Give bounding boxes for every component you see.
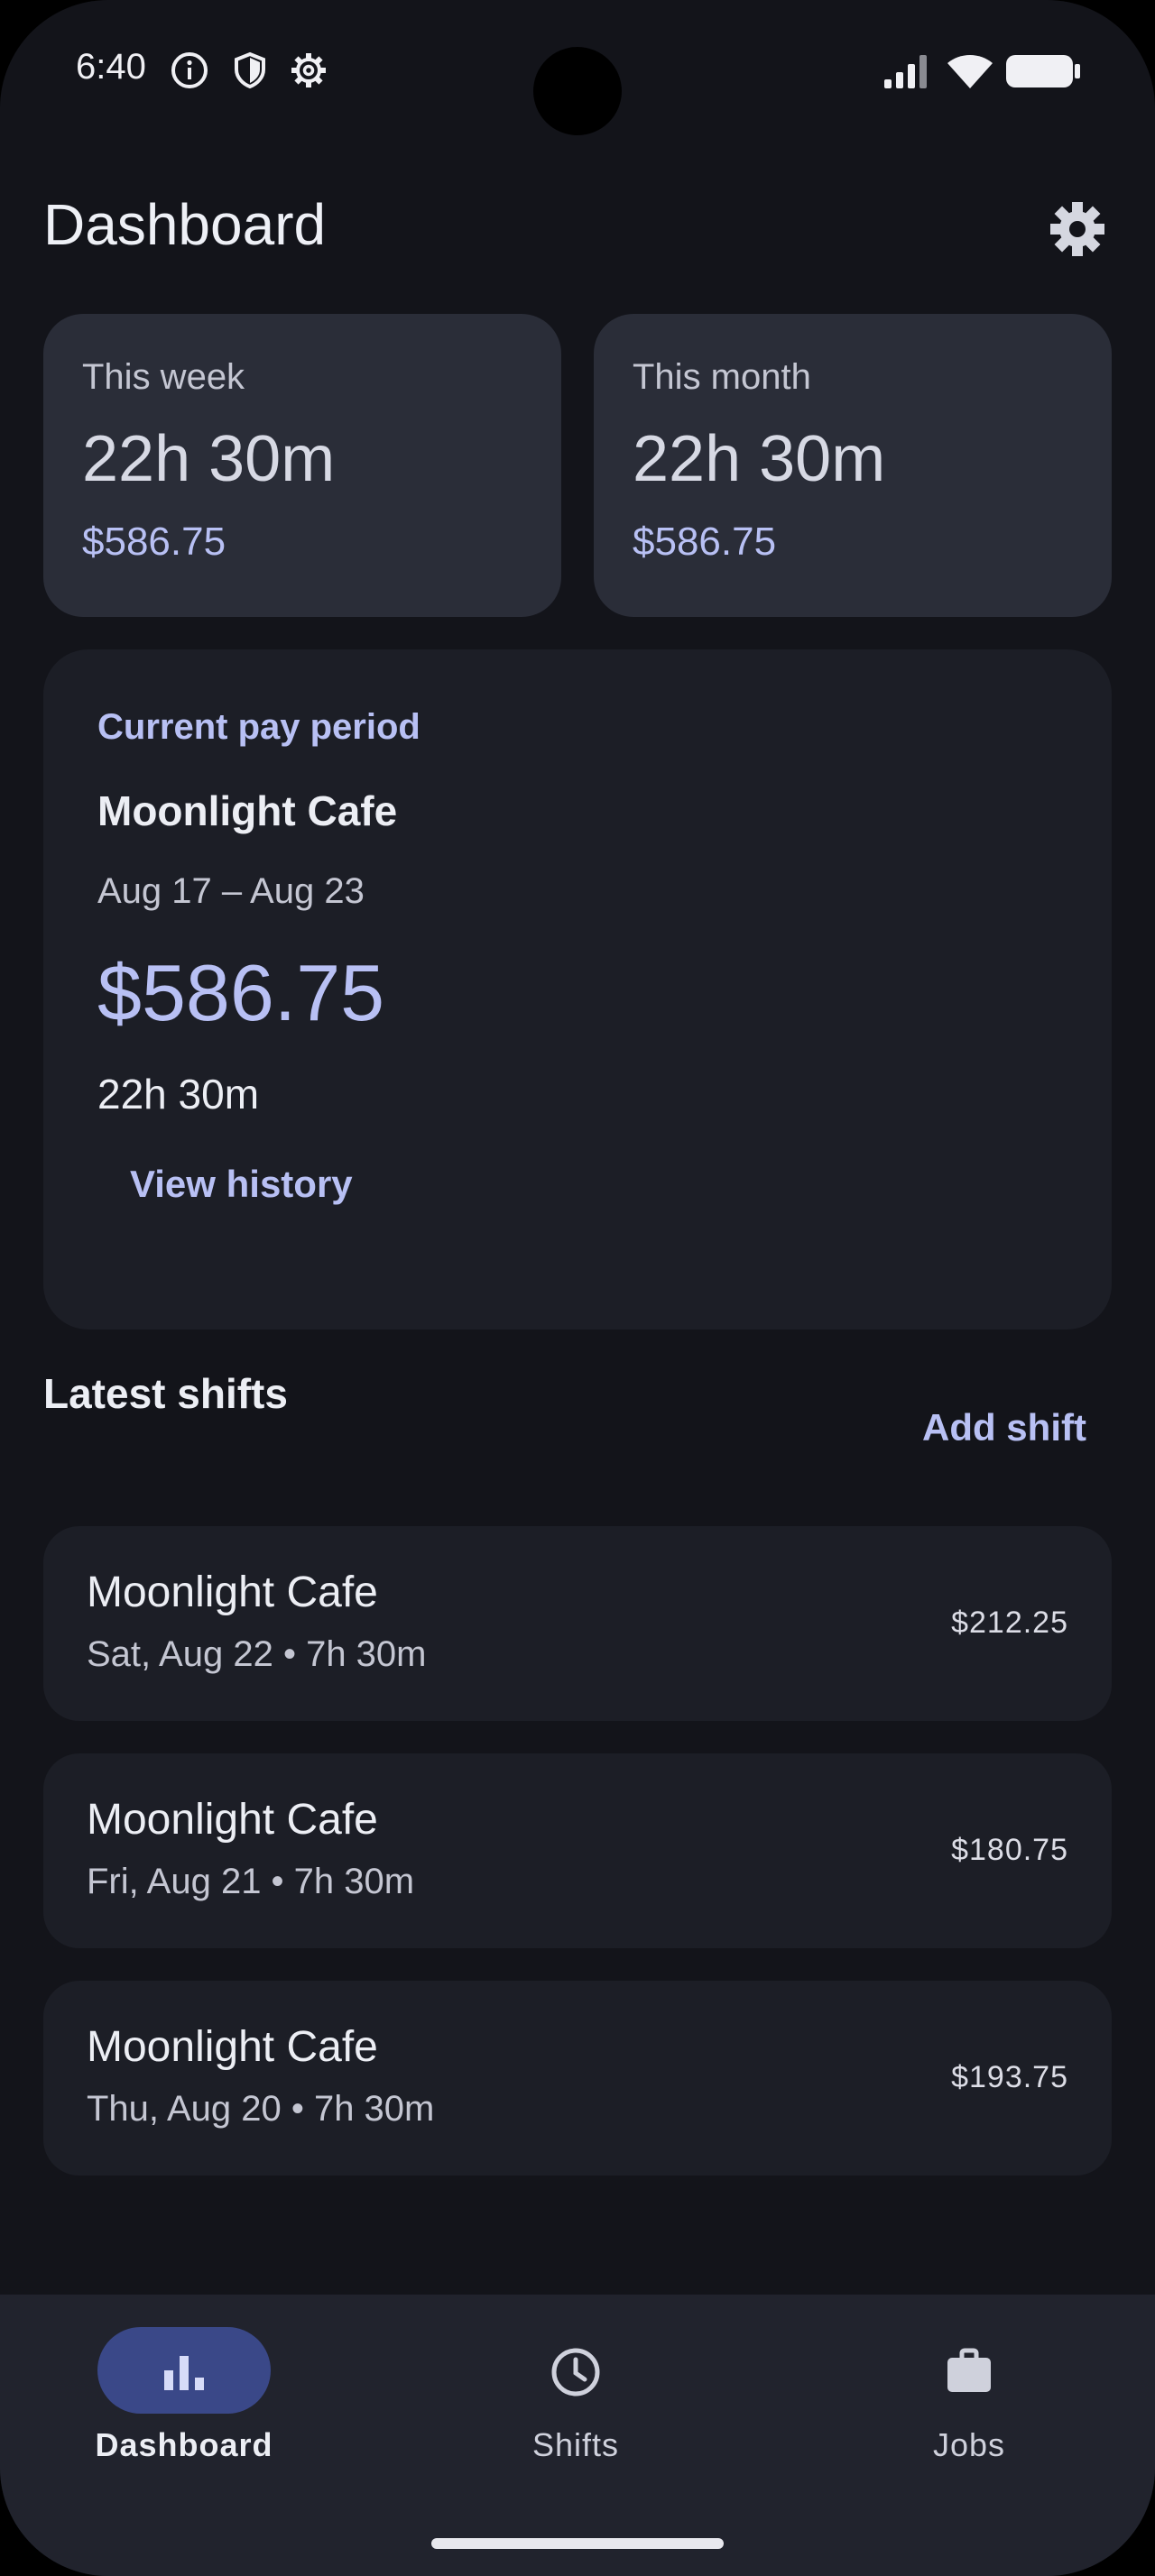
shift-list-item[interactable]: Moonlight Cafe Fri, Aug 21 • 7h 30m $180… [43,1753,1112,1948]
shift-list-item[interactable]: Moonlight Cafe Sat, Aug 22 • 7h 30m $212… [43,1526,1112,1721]
pay-period-card: Current pay period Moonlight Cafe Aug 17… [43,649,1112,1329]
pay-period-label: Current pay period [97,707,420,747]
shift-list-item[interactable]: Moonlight Cafe Thu, Aug 20 • 7h 30m $193… [43,1981,1112,2176]
camera-cutout [533,47,622,135]
status-bar: 6:40 [0,0,1155,135]
status-time: 6:40 [76,47,146,87]
shift-meta: Sat, Aug 22 • 7h 30m [87,1634,427,1674]
wifi-icon [947,55,993,88]
shift-job: Moonlight Cafe [87,1796,378,1844]
add-shift-button[interactable]: Add shift [902,1396,1106,1459]
bottom-navigation: Dashboard Shifts Jobs [0,2295,1155,2576]
home-indicator[interactable] [431,2538,724,2549]
summary-hours: 22h 30m [633,423,886,495]
shift-amount: $180.75 [951,1833,1068,1867]
page-title: Dashboard [43,192,327,257]
pay-period-job: Moonlight Cafe [97,787,398,834]
summary-amount: $586.75 [82,520,226,564]
pay-period-range: Aug 17 – Aug 23 [97,871,365,911]
summary-card-week: This week 22h 30m $586.75 [43,314,561,617]
settings-gear-icon[interactable] [1047,198,1108,260]
nav-item-jobs[interactable]: Jobs [834,2295,1104,2511]
shift-meta: Thu, Aug 20 • 7h 30m [87,2089,435,2129]
shift-job: Moonlight Cafe [87,2023,378,2071]
shift-job: Moonlight Cafe [87,1569,378,1616]
summary-card-month: This month 22h 30m $586.75 [594,314,1112,617]
bar-chart-icon [164,2356,204,2390]
nav-item-dashboard[interactable]: Dashboard [49,2295,319,2511]
pay-period-hours: 22h 30m [97,1071,260,1118]
nav-label: Shifts [531,2426,620,2463]
pay-period-amount: $586.75 [97,948,385,1037]
nav-label: Jobs [932,2426,1006,2463]
summary-label: This week [82,357,245,397]
info-icon [171,52,208,88]
summary-label: This month [633,357,811,397]
summary-amount: $586.75 [633,520,777,564]
nav-label: Dashboard [95,2426,273,2463]
cellular-signal-icon [884,55,927,88]
battery-icon [1006,55,1080,87]
app-screen: 6:40 Dashboard This week 22h 30m $586.75… [0,0,1155,2576]
latest-shifts-title: Latest shifts [43,1370,288,1417]
nav-item-shifts[interactable]: Shifts [440,2295,711,2511]
gear-icon [291,53,326,87]
shift-meta: Fri, Aug 21 • 7h 30m [87,1862,415,1901]
briefcase-icon [947,2348,991,2392]
shift-amount: $212.25 [951,1605,1068,1640]
view-history-button[interactable]: View history [97,1144,385,1225]
shield-icon [235,51,265,89]
summary-hours: 22h 30m [82,423,336,495]
shift-amount: $193.75 [951,2060,1068,2094]
clock-icon [551,2348,600,2397]
